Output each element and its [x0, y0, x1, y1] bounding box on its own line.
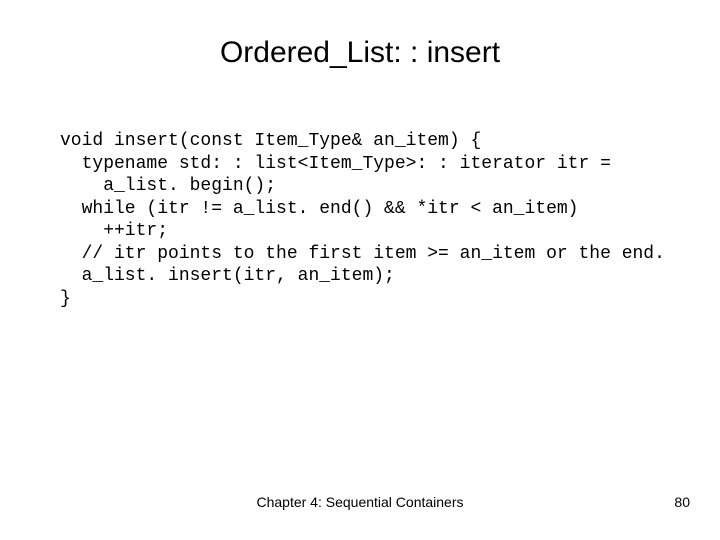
code-line: }	[60, 289, 71, 309]
code-line: typename std: : list<Item_Type>: : itera…	[60, 154, 611, 174]
code-block: void insert(const Item_Type& an_item) { …	[60, 130, 700, 310]
code-line: ++itr;	[60, 221, 168, 241]
code-line: a_list. insert(itr, an_item);	[60, 266, 395, 286]
slide-title: Ordered_List: : insert	[0, 36, 720, 70]
footer-chapter: Chapter 4: Sequential Containers	[0, 494, 720, 510]
code-line: a_list. begin();	[60, 176, 276, 196]
code-line: // itr points to the first item >= an_it…	[60, 244, 665, 264]
code-line: void insert(const Item_Type& an_item) {	[60, 131, 481, 151]
code-line: while (itr != a_list. end() && *itr < an…	[60, 199, 578, 219]
footer-page-number: 80	[674, 494, 690, 510]
slide: Ordered_List: : insert void insert(const…	[0, 0, 720, 540]
